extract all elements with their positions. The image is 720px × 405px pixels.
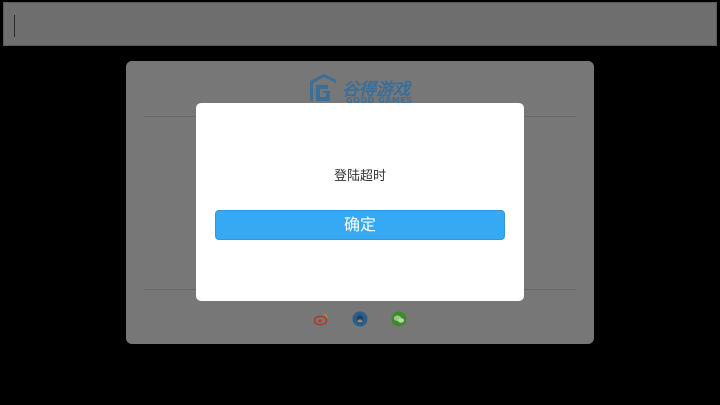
text-caret: [14, 15, 15, 37]
qq-icon: [352, 311, 368, 327]
confirm-button[interactable]: 确定: [215, 210, 505, 240]
weibo-icon: [313, 313, 328, 326]
weibo-login-button[interactable]: [313, 311, 329, 327]
screen: 谷得游戏 GOOD GAMES 登陆超时 确定: [0, 0, 720, 405]
qq-login-button[interactable]: [352, 311, 368, 327]
timeout-dialog: 登陆超时 确定: [196, 103, 524, 301]
wechat-login-button[interactable]: [391, 311, 407, 327]
top-input-bar[interactable]: [3, 2, 717, 46]
dialog-message: 登陆超时: [333, 169, 386, 184]
good-games-logo-icon: [310, 74, 336, 101]
brand-logo: 谷得游戏 GOOD GAMES: [306, 71, 416, 107]
wechat-icon: [391, 311, 407, 327]
